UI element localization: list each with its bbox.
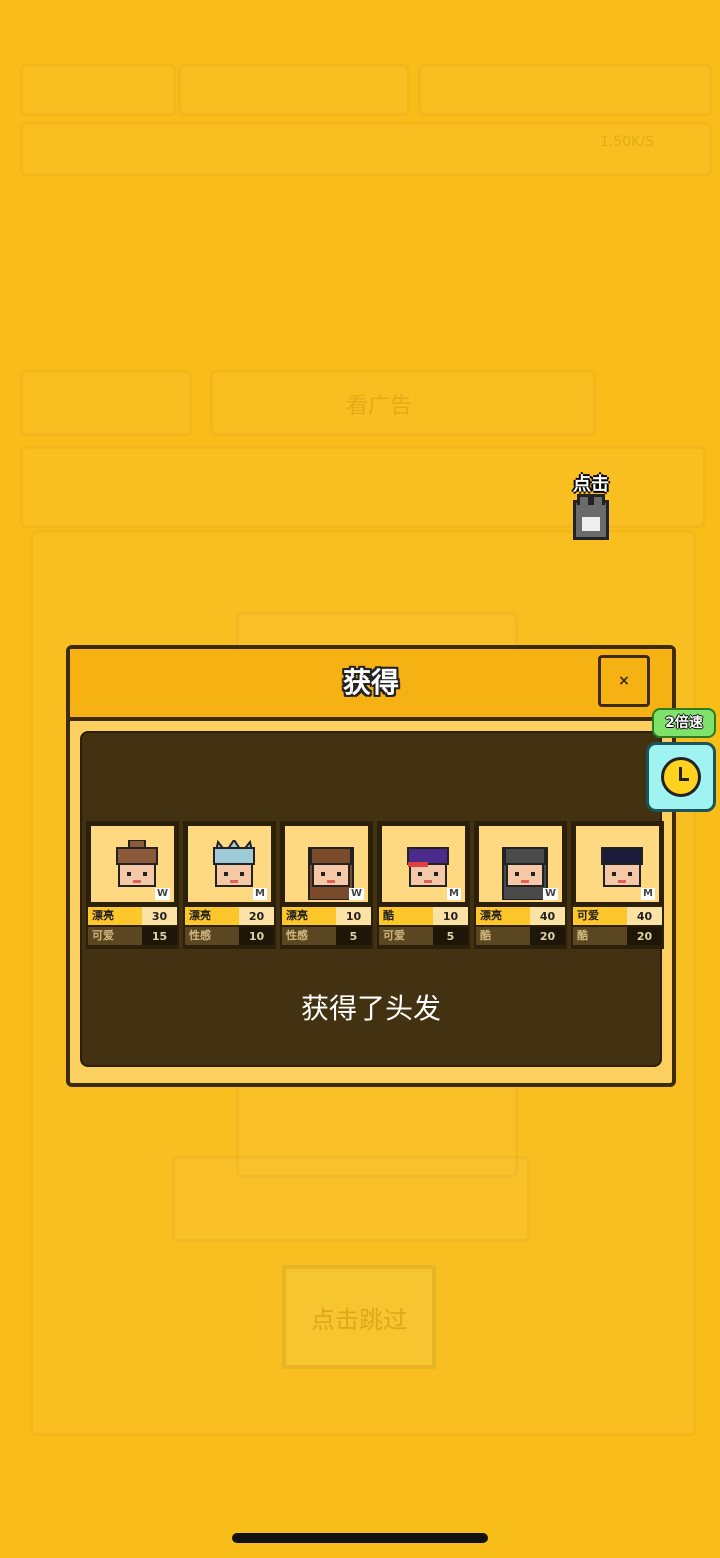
- stat-value: 5: [446, 929, 455, 943]
- gender-badge: W: [348, 888, 364, 900]
- gender-badge: M: [447, 888, 461, 900]
- stat-row: 漂亮 10: [282, 907, 371, 925]
- stat-name: 可爱: [573, 907, 627, 925]
- stat-value: 10: [442, 909, 459, 923]
- stat-value: 20: [248, 909, 265, 923]
- stat-name: 性感: [185, 927, 239, 945]
- bg-watch-label: 看广告: [346, 394, 413, 419]
- hair-portrait: W: [477, 824, 564, 904]
- click-hint-label: 点击: [573, 474, 609, 495]
- stat-name: 漂亮: [185, 907, 239, 925]
- stat-row: 可爱 15: [88, 927, 177, 945]
- stat-value: 10: [345, 909, 362, 923]
- stat-row: 性感 10: [185, 927, 274, 945]
- close-button[interactable]: ×: [598, 655, 650, 707]
- stat-value: 20: [636, 929, 653, 943]
- stat-value: 10: [248, 929, 265, 943]
- hairstyle-icon: [502, 847, 548, 900]
- reward-item[interactable]: W 漂亮 10 性感 5: [280, 821, 373, 949]
- hairstyle-icon: [116, 840, 158, 887]
- dialog-title: 获得: [342, 666, 399, 699]
- reward-item[interactable]: W 漂亮 30 可爱 15: [86, 821, 179, 949]
- hairstyle-icon: [308, 847, 354, 900]
- stat-name: 酷: [476, 927, 530, 945]
- dialog-header: 获得 ×: [70, 649, 672, 721]
- hairstyle-icon: [212, 840, 256, 887]
- stat-row: 漂亮 30: [88, 907, 177, 925]
- gender-badge: W: [542, 888, 558, 900]
- hairstyle-icon: [407, 847, 449, 887]
- bg-button: [20, 370, 192, 436]
- hair-portrait: M: [186, 824, 273, 904]
- stat-row: 性感 5: [282, 927, 371, 945]
- stat-row: 可爱 40: [573, 907, 662, 925]
- speed-label: 2倍速: [652, 708, 716, 738]
- reward-message: 获得了头发: [300, 992, 441, 1025]
- stat-row: 酷 20: [476, 927, 565, 945]
- stat-name: 漂亮: [282, 907, 336, 925]
- bg-resource-box: [418, 64, 712, 116]
- hair-portrait: M: [380, 824, 467, 904]
- hair-portrait: W: [283, 824, 370, 904]
- stat-name: 漂亮: [88, 907, 142, 925]
- gender-badge: W: [154, 888, 170, 900]
- stat-row: 可爱 5: [379, 927, 468, 945]
- reward-item[interactable]: M 酷 10 可爱 5: [377, 821, 470, 949]
- stat-name: 性感: [282, 927, 336, 945]
- stat-name: 可爱: [88, 927, 142, 945]
- cat-icon: [573, 494, 609, 540]
- bg-gacha-base: [172, 1156, 530, 1242]
- reward-items: W 漂亮 30 可爱 15 M 漂亮 20 性感 10 W 漂亮 10 性感 5 M 酷 10 可爱 5 W 漂亮 40 酷 2…: [86, 821, 664, 949]
- reward-item[interactable]: W 漂亮 40 酷 20: [474, 821, 567, 949]
- stat-value: 40: [539, 909, 556, 923]
- click-hint[interactable]: 点击: [566, 470, 616, 540]
- stat-value: 15: [151, 929, 168, 943]
- hair-portrait: M: [574, 824, 661, 904]
- stat-name: 酷: [573, 927, 627, 945]
- stat-value: 20: [539, 929, 556, 943]
- stat-name: 漂亮: [476, 907, 530, 925]
- stat-row: 漂亮 20: [185, 907, 274, 925]
- gender-badge: M: [641, 888, 655, 900]
- stat-row: 漂亮 40: [476, 907, 565, 925]
- stat-name: 酷: [379, 907, 433, 925]
- clock-icon: [646, 742, 716, 812]
- reward-dialog: 获得 × W 漂亮 30 可爱 15 M 漂亮 20 性感 10 W 漂亮 10 性感 5 M 酷 10 可爱 5 W 漂…: [66, 645, 676, 1087]
- hairstyle-icon: [601, 847, 643, 887]
- hair-portrait: W: [89, 824, 176, 904]
- bg-income-text: 1.50K/S: [600, 134, 654, 150]
- home-indicator[interactable]: [232, 1533, 488, 1543]
- stat-name: 可爱: [379, 927, 433, 945]
- bg-resource-box: [178, 64, 410, 116]
- stat-value: 30: [151, 909, 168, 923]
- stat-row: 酷 20: [573, 927, 662, 945]
- reward-item[interactable]: M 可爱 40 酷 20: [571, 821, 664, 949]
- stat-row: 酷 10: [379, 907, 468, 925]
- stat-value: 40: [636, 909, 653, 923]
- dialog-body: W 漂亮 30 可爱 15 M 漂亮 20 性感 10 W 漂亮 10 性感 5 M 酷 10 可爱 5 W 漂亮 40 酷 2…: [80, 731, 664, 1067]
- stat-value: 5: [349, 929, 358, 943]
- gender-badge: M: [253, 888, 267, 900]
- close-icon: ×: [618, 673, 630, 689]
- skip-button[interactable]: 点击跳过: [282, 1265, 436, 1369]
- bg-resource-box: [20, 64, 176, 116]
- reward-item[interactable]: M 漂亮 20 性感 10: [183, 821, 276, 949]
